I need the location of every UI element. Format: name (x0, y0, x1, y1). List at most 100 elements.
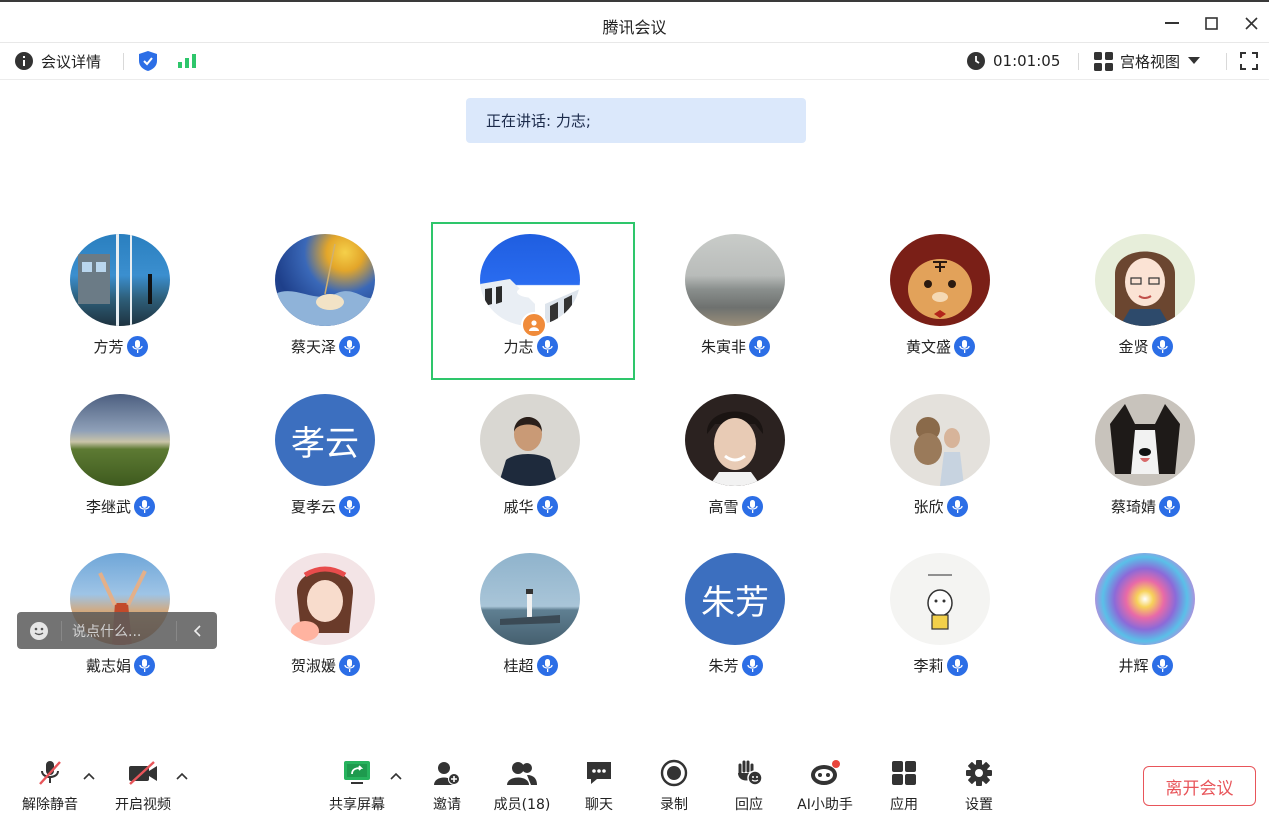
signal-bars-icon (178, 54, 196, 68)
fullscreen-button[interactable] (1240, 43, 1258, 79)
participant-tile[interactable]: 李莉 (838, 541, 1043, 699)
microphone-icon (339, 336, 360, 357)
start-video-label: 开启视频 (115, 797, 171, 813)
participant-name: 井辉 (1118, 657, 1149, 675)
settings-button[interactable]: 设置 (939, 750, 1019, 818)
participant-tile[interactable]: 孝云 夏孝云 (223, 382, 428, 540)
participant-name-row: 黄文盛 (838, 336, 1043, 357)
minimize-icon (1165, 22, 1179, 24)
participant-tile[interactable]: 高雪 (633, 382, 838, 540)
participant-name: 蔡琦婧 (1110, 498, 1156, 516)
meeting-topbar: 会议详情 01:01:05 宫格视图 (0, 43, 1269, 80)
participant-tile[interactable]: 张欣 (838, 382, 1043, 540)
avatar: 孝云 (275, 394, 375, 486)
meeting-toolbar: 解除静音 开启视频 共享屏幕 邀请 成员(18) 聊天 录制 回应 AI小助手 … (0, 750, 1269, 818)
microphone-icon (536, 655, 558, 676)
microphone-icon (339, 655, 360, 676)
speaking-banner: 正在讲话: 力志; (466, 98, 806, 143)
participant-tile[interactable]: 黄文盛 (838, 222, 1043, 380)
participant-name-row: 高雪 (633, 496, 838, 517)
meeting-timer: 01:01:05 (967, 43, 1060, 79)
muted-microphone-icon (10, 758, 90, 788)
audio-options-caret[interactable] (83, 768, 95, 784)
participant-tile[interactable]: 金贤 (1043, 222, 1248, 380)
start-video-button[interactable]: 开启视频 (103, 750, 183, 818)
participant-name: 蔡天泽 (290, 338, 336, 356)
emoji-button[interactable] (17, 621, 61, 641)
participant-tile[interactable]: 李继武 (18, 382, 223, 540)
settings-label: 设置 (965, 797, 993, 813)
view-mode-dropdown[interactable]: 宫格视图 (1094, 43, 1201, 79)
avatar (1095, 553, 1195, 645)
participant-name: 夏孝云 (290, 498, 336, 516)
participant-tile[interactable]: 井辉 (1043, 541, 1248, 699)
host-person-icon (529, 320, 539, 331)
security-button[interactable] (138, 43, 158, 79)
participant-name-row: 蔡天泽 (223, 336, 428, 357)
share-options-caret[interactable] (390, 768, 402, 784)
avatar (890, 553, 990, 645)
hand-emoji-icon (709, 758, 789, 788)
avatar (70, 394, 170, 486)
collapse-chat-button[interactable] (177, 624, 217, 637)
microphone-icon (339, 496, 360, 517)
participant-name: 戴志娟 (85, 657, 131, 675)
participant-tile[interactable]: 桂超 (428, 541, 633, 699)
maximize-icon (1204, 16, 1218, 30)
participant-name-row: 李继武 (18, 496, 223, 517)
participant-name-row: 张欣 (838, 496, 1043, 517)
minimize-button[interactable] (1157, 10, 1187, 36)
share-screen-button[interactable]: 共享屏幕 (317, 750, 397, 818)
microphone-icon (1151, 336, 1173, 357)
gear-icon (939, 758, 1019, 788)
meeting-details-label: 会议详情 (41, 52, 102, 71)
timer-value: 01:01:05 (993, 52, 1061, 70)
participant-tile[interactable]: 朱芳 朱芳 (633, 541, 838, 699)
chevron-up-icon (83, 772, 95, 780)
unmute-button[interactable]: 解除静音 (10, 750, 90, 818)
participant-tile[interactable]: 方芳 (18, 222, 223, 380)
window-title: 腾讯会议 (602, 18, 667, 37)
window-titlebar: 腾讯会议 (0, 0, 1269, 43)
clock-icon (967, 52, 985, 70)
fullscreen-icon (1240, 52, 1258, 70)
avatar (685, 234, 785, 326)
chat-placeholder[interactable]: 说点什么... (62, 621, 176, 641)
microphone-icon (1159, 496, 1180, 517)
close-icon (1244, 16, 1258, 30)
participant-name-row: 井辉 (1043, 655, 1248, 676)
ai-robot-icon (785, 758, 865, 788)
members-icon (482, 758, 562, 788)
chevron-up-icon (390, 772, 402, 780)
microphone-icon (1151, 655, 1173, 676)
active-speaker-frame (431, 222, 635, 380)
participant-name-row: 朱芳 (633, 655, 838, 676)
meeting-details-button[interactable]: 会议详情 (15, 43, 101, 79)
avatar: 朱芳 (685, 553, 785, 645)
participant-tile[interactable]: 戚华 (428, 382, 633, 540)
participant-name-row: 朱寅非 (633, 336, 838, 357)
participant-name-row: 戴志娟 (18, 655, 223, 676)
participant-name-row: 戚华 (428, 496, 633, 517)
network-signal-indicator[interactable] (178, 43, 196, 79)
participant-name: 朱芳 (708, 657, 739, 675)
participant-tile[interactable]: 朱寅非 (633, 222, 838, 380)
video-options-caret[interactable] (176, 768, 188, 784)
floating-chat-bar[interactable]: 说点什么... (17, 612, 217, 649)
participant-name-row: 夏孝云 (223, 496, 428, 517)
chevron-down-icon (1188, 57, 1201, 64)
chevron-up-icon (176, 772, 188, 780)
maximize-button[interactable] (1196, 10, 1226, 36)
divider (1078, 53, 1079, 70)
participant-tile[interactable]: 蔡琦婧 (1043, 382, 1248, 540)
participant-tile[interactable]: 蔡天泽 (223, 222, 428, 380)
close-button[interactable] (1236, 10, 1266, 36)
participant-name: 桂超 (503, 657, 534, 675)
participant-tile[interactable]: 贺淑媛 (223, 541, 428, 699)
participant-name: 朱寅非 (700, 338, 746, 356)
microphone-icon (741, 655, 763, 676)
microphone-icon (946, 655, 968, 676)
participant-name-row: 贺淑媛 (223, 655, 428, 676)
leave-meeting-button[interactable]: 离开会议 (1143, 766, 1256, 806)
shield-icon (139, 51, 157, 71)
